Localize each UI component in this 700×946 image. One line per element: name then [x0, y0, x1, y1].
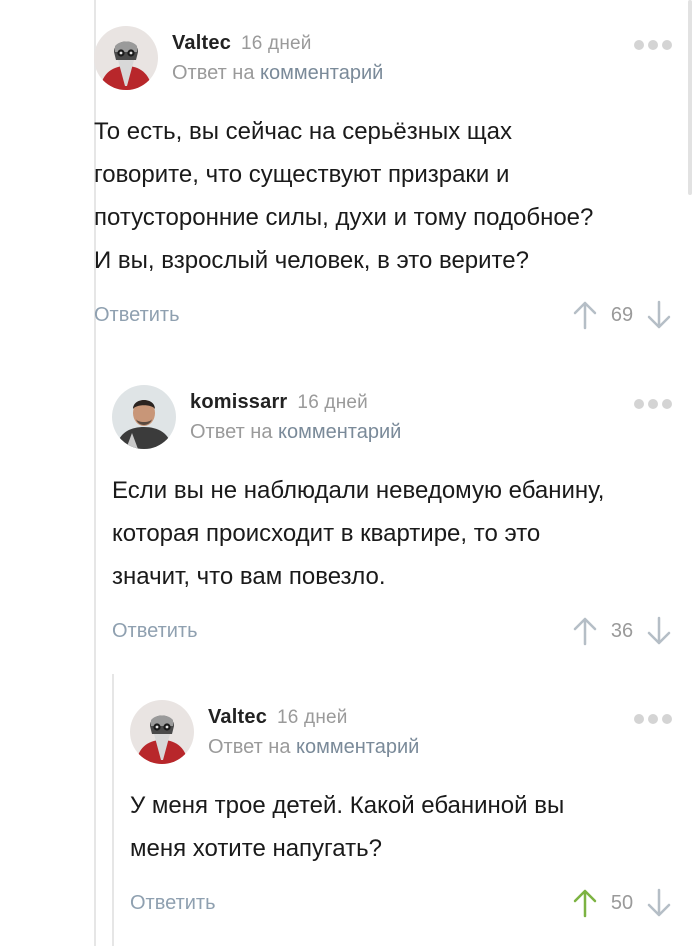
- upvote-arrow-icon[interactable]: [572, 300, 598, 330]
- more-options-icon[interactable]: [634, 399, 672, 409]
- comment-text-line: Если вы не наблюдали неведомую ебанину,: [112, 477, 605, 504]
- author-name[interactable]: Valtec 16 дней: [172, 32, 312, 55]
- reply-button[interactable]: Ответить: [94, 304, 180, 327]
- comment-text-line: значит, что вам повезло.: [112, 563, 386, 590]
- comment-text-line: И вы, взрослый человек, в это верите?: [94, 247, 529, 274]
- rating-controls: 50: [572, 888, 672, 918]
- comment-age: 16 дней: [297, 392, 368, 413]
- upvote-arrow-icon[interactable]: [572, 616, 598, 646]
- author-name[interactable]: komissarr 16 дней: [190, 391, 368, 414]
- thread-line-level-2: [112, 674, 114, 946]
- rating-score: 50: [610, 891, 634, 914]
- avatar[interactable]: [94, 26, 158, 90]
- downvote-arrow-icon[interactable]: [646, 300, 672, 330]
- person-photo-avatar-image: [112, 385, 176, 449]
- comment-body: Если вы не наблюдали неведомую ебанину, …: [112, 469, 672, 598]
- comment-text-line: потусторонние силы, духи и тому подобное…: [94, 204, 594, 231]
- scrollbar[interactable]: [688, 0, 692, 195]
- rating-controls: 36: [572, 616, 672, 646]
- comment-body: То есть, вы сейчас на серьёзных щах гово…: [94, 110, 672, 282]
- comment-text-line: меня хотите напугать?: [130, 835, 382, 862]
- comment-text-line: которая происходит в квартире, то это: [112, 520, 541, 547]
- comment-text-line: говорите, что существуют призраки и: [94, 161, 510, 188]
- avatar[interactable]: [112, 385, 176, 449]
- comment: komissarr 16 дней Ответ на комментарий Ес…: [112, 385, 672, 650]
- reply-button[interactable]: Ответить: [130, 892, 216, 915]
- comment-header: Valtec 16 дней Ответ на комментарий: [94, 26, 672, 90]
- comment-text-line: У меня трое детей. Какой ебаниной вы: [130, 792, 565, 819]
- reply-to: Ответ на комментарий: [172, 62, 383, 85]
- comment-age: 16 дней: [277, 707, 348, 728]
- comment: Valtec 16 дней Ответ на комментарий У мен…: [130, 700, 672, 922]
- author-name[interactable]: Valtec 16 дней: [208, 706, 348, 729]
- rating-score: 36: [610, 619, 634, 642]
- downvote-arrow-icon[interactable]: [646, 616, 672, 646]
- reply-to: Ответ на комментарий: [190, 421, 401, 444]
- comment-header: Valtec 16 дней Ответ на комментарий: [130, 700, 672, 764]
- comment-footer: Ответить 69: [94, 300, 672, 334]
- comment: Valtec 16 дней Ответ на комментарий То ес…: [94, 26, 672, 334]
- reply-to-prefix: Ответ на: [208, 736, 291, 758]
- more-options-icon[interactable]: [634, 40, 672, 50]
- comment-text-line: То есть, вы сейчас на серьёзных щах: [94, 118, 513, 145]
- comment-header: komissarr 16 дней Ответ на комментарий: [112, 385, 672, 449]
- plague-mask-avatar-image: [130, 700, 194, 764]
- parent-comment-link[interactable]: комментарий: [296, 736, 419, 758]
- comment-age: 16 дней: [241, 33, 312, 54]
- upvote-arrow-icon[interactable]: [572, 888, 598, 918]
- more-options-icon[interactable]: [634, 714, 672, 724]
- reply-button[interactable]: Ответить: [112, 620, 198, 643]
- comment-body: У меня трое детей. Какой ебаниной вы мен…: [130, 784, 672, 870]
- rating-score: 69: [610, 303, 634, 326]
- reply-to-prefix: Ответ на: [172, 62, 255, 84]
- reply-to: Ответ на комментарий: [208, 736, 419, 759]
- avatar[interactable]: [130, 700, 194, 764]
- rating-controls: 69: [572, 300, 672, 330]
- parent-comment-link[interactable]: комментарий: [278, 421, 401, 443]
- downvote-arrow-icon[interactable]: [646, 888, 672, 918]
- plague-mask-avatar-image: [94, 26, 158, 90]
- reply-to-prefix: Ответ на: [190, 421, 273, 443]
- parent-comment-link[interactable]: комментарий: [260, 62, 383, 84]
- comment-footer: Ответить 50: [130, 888, 672, 922]
- comment-footer: Ответить 36: [112, 616, 672, 650]
